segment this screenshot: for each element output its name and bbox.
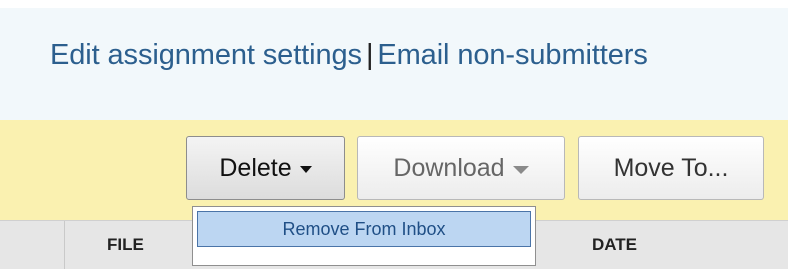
column-divider xyxy=(64,221,65,269)
email-non-submitters-link[interactable]: Email non-submitters xyxy=(377,39,647,71)
menu-item-label: Remove From Inbox xyxy=(282,218,446,239)
caret-down-icon xyxy=(299,166,312,173)
delete-button[interactable]: Delete xyxy=(186,136,345,200)
download-button-label: Download xyxy=(393,153,505,182)
move-to-button[interactable]: Move To... xyxy=(578,136,764,200)
menu-item-remove-from-inbox[interactable]: Remove From Inbox xyxy=(197,211,531,247)
delete-dropdown-menu: Remove From Inbox xyxy=(192,206,536,266)
links-separator: | xyxy=(365,39,374,71)
download-button[interactable]: Download xyxy=(357,136,565,200)
inbox-action-bar: Delete Download Move To... xyxy=(0,120,788,220)
assignment-links: Edit assignment settings | Email non-submi… xyxy=(50,39,648,72)
column-header-file[interactable]: FILE xyxy=(107,235,144,255)
caret-down-icon xyxy=(512,165,529,174)
top-spacer xyxy=(0,0,788,8)
delete-button-label: Delete xyxy=(219,153,292,182)
edit-assignment-settings-link[interactable]: Edit assignment settings xyxy=(50,39,362,71)
assignment-inbox-page: Edit assignment settings | Email non-submi… xyxy=(0,0,788,269)
move-to-button-label: Move To... xyxy=(613,153,729,182)
column-header-date[interactable]: DATE xyxy=(592,235,637,255)
assignment-links-bar: Edit assignment settings | Email non-submi… xyxy=(0,8,788,120)
